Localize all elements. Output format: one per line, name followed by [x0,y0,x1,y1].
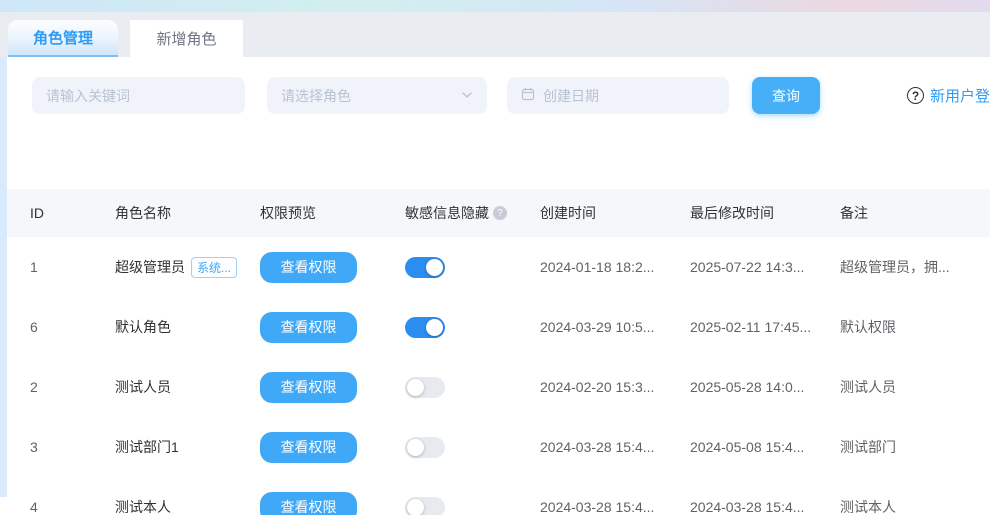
column-header-permission-preview: 权限预览 [260,203,405,223]
calendar-icon [521,87,543,104]
role-name: 测试部门1 [115,437,179,457]
new-user-guide-link[interactable]: ? 新用户登录指引 [907,85,990,106]
help-tooltip-icon[interactable]: ? [493,206,507,220]
keyword-input[interactable] [32,77,245,114]
chevron-down-icon [461,88,473,104]
table-row: 1 超级管理员 系统... 查看权限 2024-01-18 18:2... 20… [7,237,990,297]
cell-modified: 2025-05-28 14:0... [690,379,840,395]
column-header-modified-time: 最后修改时间 [690,203,840,223]
cell-permission: 查看权限 [260,372,405,403]
view-permission-button[interactable]: 查看权限 [260,432,357,463]
cell-modified: 2024-03-28 15:4... [690,499,840,515]
table-row: 3 测试部门1 查看权限 2024-03-28 15:4... 2024-05-… [7,417,990,477]
role-select[interactable]: 请选择角色 [267,77,487,114]
cell-created: 2024-03-29 10:5... [540,319,690,335]
column-header-remark: 备注 [840,203,990,223]
cell-modified: 2025-07-22 14:3... [690,259,840,275]
sensitive-toggle[interactable] [405,317,445,338]
search-button[interactable]: 查询 [752,77,820,114]
sensitive-toggle[interactable] [405,377,445,398]
cell-role-name: 测试本人 [115,497,260,515]
toggle-knob [407,379,424,396]
view-permission-button[interactable]: 查看权限 [260,372,357,403]
table-body: 1 超级管理员 系统... 查看权限 2024-01-18 18:2... 20… [7,237,990,515]
role-name: 测试人员 [115,377,171,397]
sensitive-toggle[interactable] [405,257,445,278]
toggle-knob [407,439,424,456]
cell-remark: 超级管理员，拥... [840,257,990,277]
table-row: 4 测试本人 查看权限 2024-03-28 15:4... 2024-03-2… [7,477,990,515]
toggle-knob [426,259,443,276]
table-row: 2 测试人员 查看权限 2024-02-20 15:3... 2025-05-2… [7,357,990,417]
role-name: 测试本人 [115,497,171,515]
table-header: ID 角色名称 权限预览 敏感信息隐藏 ? 创建时间 最后修改时间 备注 [7,189,990,237]
view-permission-button[interactable]: 查看权限 [260,252,357,283]
cell-permission: 查看权限 [260,312,405,343]
toggle-knob [407,499,424,515]
cell-created: 2024-03-28 15:4... [540,439,690,455]
cell-remark: 测试本人 [840,497,990,515]
view-permission-button[interactable]: 查看权限 [260,492,357,515]
cell-created: 2024-01-18 18:2... [540,259,690,275]
main-area: 请选择角色 [0,57,990,515]
cell-remark: 测试部门 [840,437,990,457]
cell-remark: 测试人员 [840,377,990,397]
create-date-picker[interactable]: 创建日期 [507,77,729,114]
cell-created: 2024-03-28 15:4... [540,499,690,515]
role-select-placeholder: 请选择角色 [281,86,351,106]
cell-role-name: 默认角色 [115,317,260,337]
column-header-role-name: 角色名称 [115,203,260,223]
role-tag: 系统... [191,257,237,278]
column-header-sensitive-hide: 敏感信息隐藏 ? [405,203,540,223]
role-name: 默认角色 [115,317,171,337]
cell-role-name: 测试人员 [115,377,260,397]
cell-permission: 查看权限 [260,252,405,283]
cell-sensitive [405,497,540,515]
cell-sensitive [405,257,540,278]
cell-sensitive [405,377,540,398]
sensitive-hide-label: 敏感信息隐藏 [405,203,489,223]
tab-bar: 角色管理 新增角色 [0,12,990,57]
cell-sensitive [405,437,540,458]
cell-id: 1 [30,259,115,275]
top-gradient-bar [0,0,990,12]
cell-id: 2 [30,379,115,395]
filter-toolbar: 请选择角色 [7,57,990,152]
toggle-knob [426,319,443,336]
cell-sensitive [405,317,540,338]
sensitive-toggle[interactable] [405,437,445,458]
new-user-guide-label: 新用户登录指引 [930,85,990,106]
cell-permission: 查看权限 [260,492,405,515]
date-picker-placeholder: 创建日期 [543,86,599,106]
cell-remark: 默认权限 [840,317,990,337]
sensitive-toggle[interactable] [405,497,445,515]
cell-permission: 查看权限 [260,432,405,463]
tab-add-role[interactable]: 新增角色 [130,20,243,57]
role-name: 超级管理员 [115,257,185,277]
cell-role-name: 超级管理员 系统... [115,257,260,278]
cell-id: 4 [30,499,115,515]
left-background-strip [0,57,7,497]
column-header-created-time: 创建时间 [540,203,690,223]
cell-created: 2024-02-20 15:3... [540,379,690,395]
cell-modified: 2025-02-11 17:45... [690,319,840,335]
view-permission-button[interactable]: 查看权限 [260,312,357,343]
table-row: 6 默认角色 查看权限 2024-03-29 10:5... 2025-02-1… [7,297,990,357]
cell-modified: 2024-05-08 15:4... [690,439,840,455]
question-circle-icon: ? [907,87,924,104]
content-card: 请选择角色 [7,57,990,515]
cell-role-name: 测试部门1 [115,437,260,457]
role-management-screen: 角色管理 新增角色 请选择角色 [0,0,990,515]
cell-id: 6 [30,319,115,335]
tab-role-management[interactable]: 角色管理 [8,20,118,57]
column-header-id: ID [30,205,115,221]
cell-id: 3 [30,439,115,455]
